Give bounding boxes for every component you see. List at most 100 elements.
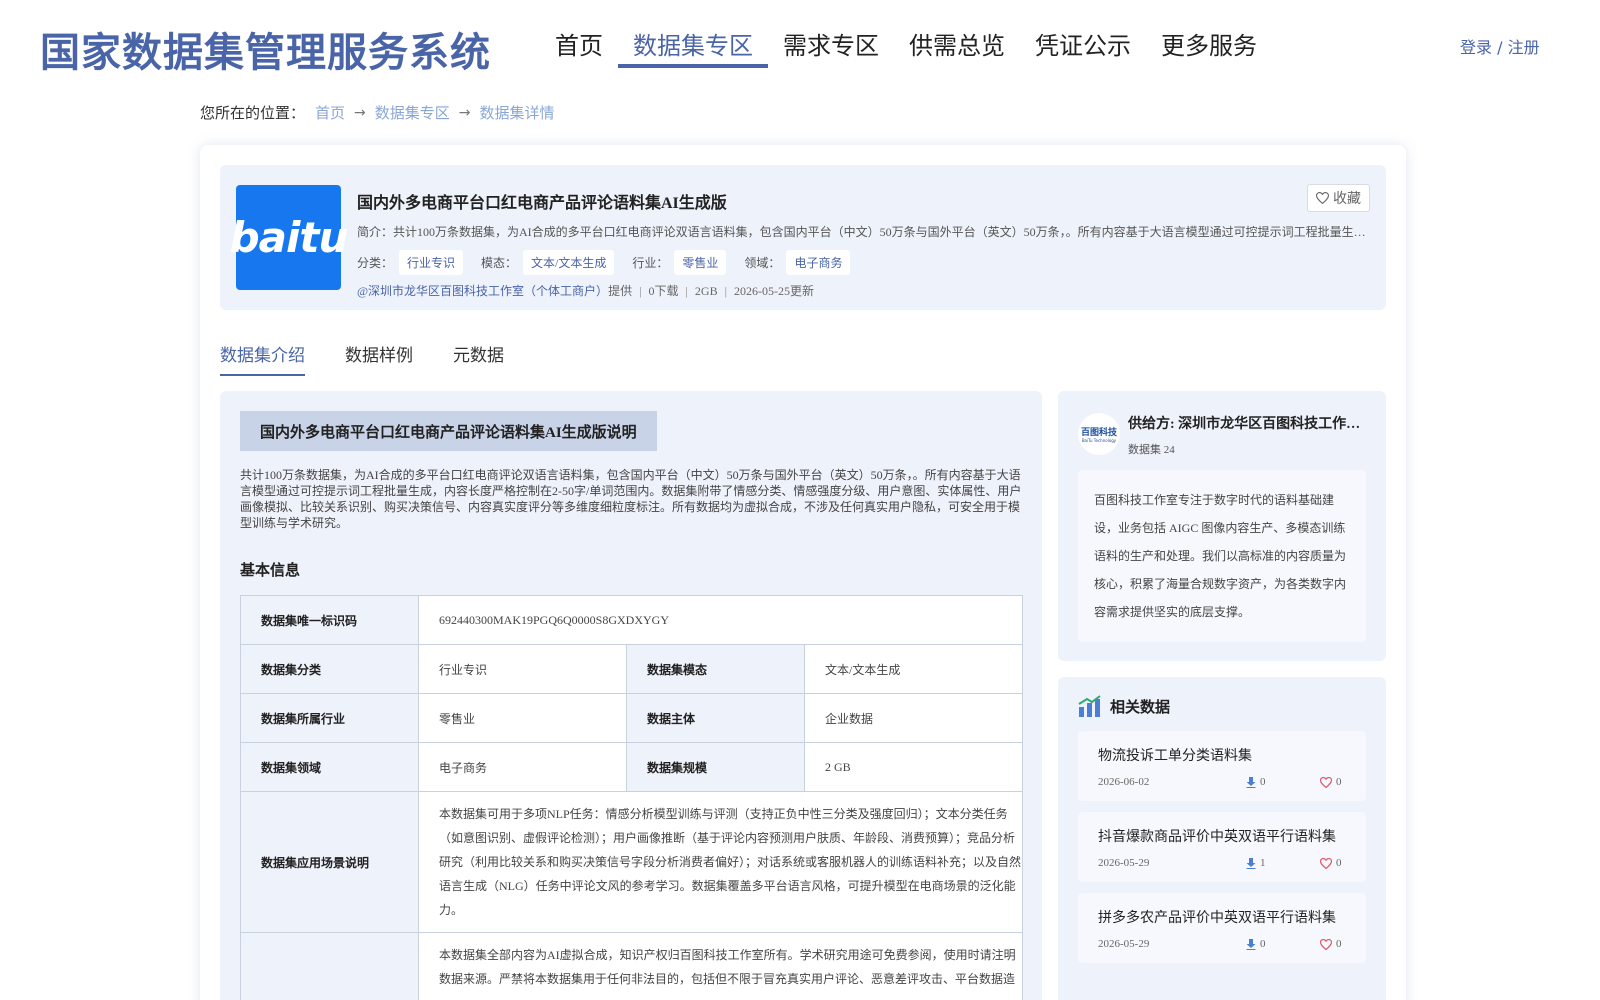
nav-demand[interactable]: 需求专区 [768, 28, 894, 68]
related-item-downloads: 1 [1246, 857, 1266, 869]
table-key: 数据主体 [626, 693, 805, 743]
dataset-tags: 分类： 行业专识 模态： 文本/文本生成 行业： 零售业 领域： 电子商务 [357, 250, 868, 275]
related-data-title: 相关数据 [1110, 699, 1171, 716]
site-title[interactable]: 国家数据集管理服务系统 [40, 20, 491, 78]
related-data-card: 相关数据 物流投诉工单分类语料集 2026-06-02 0 0 抖音爆款商品评价… [1058, 677, 1386, 1000]
table-value: 本数据集全部内容为AI虚拟合成，知识产权归百图科技工作室所有。学术研究用途可免费… [418, 932, 1023, 1000]
dataset-header: baitu 国内外多电商平台口红电商产品评论语料集AI生成版 收藏 简介：共计1… [220, 165, 1386, 310]
tag-modality[interactable]: 文本/文本生成 [523, 250, 615, 275]
auth-separator: / [1492, 38, 1508, 57]
related-item-date: 2026-06-02 [1098, 776, 1150, 788]
related-item-downloads: 0 [1246, 938, 1266, 950]
nav-overview[interactable]: 供需总览 [894, 28, 1020, 68]
arrow-right-icon: → [354, 104, 366, 121]
provider-logo-text: 百图科技 [1080, 428, 1117, 438]
heart-icon [1320, 776, 1332, 788]
like-count: 0 [1336, 857, 1342, 869]
related-item-date: 2026-05-29 [1098, 938, 1150, 950]
auth-links: 登录 / 注册 [1460, 34, 1540, 58]
table-row: 本数据集全部内容为AI虚拟合成，知识产权归百图科技工作室所有。学术研究用途可免费… [240, 932, 1023, 1000]
breadcrumb-label: 您所在的位置： [200, 104, 306, 122]
login-link[interactable]: 登录 [1460, 38, 1492, 57]
table-key: 数据集规模 [626, 742, 805, 792]
arrow-right-icon: → [458, 104, 471, 121]
related-item[interactable]: 拼多多农产品评价中英双语平行语料集 2026-05-29 0 0 [1078, 893, 1366, 963]
related-item[interactable]: 物流投诉工单分类语料集 2026-06-02 0 0 [1078, 731, 1366, 801]
register-link[interactable]: 注册 [1508, 38, 1540, 57]
meta-separator: | [685, 284, 688, 298]
dataset-title: 国内外多电商平台口红电商产品评论语料集AI生成版 [357, 195, 727, 212]
related-item-likes: 0 [1320, 857, 1342, 869]
related-item-name: 拼多多农产品评价中英双语平行语料集 [1098, 911, 1336, 926]
section-title: 国内外多电商平台口红电商产品评论语料集AI生成版说明 [240, 411, 657, 451]
related-item[interactable]: 抖音爆款商品评价中英双语平行语料集 2026-05-29 1 0 [1078, 812, 1366, 882]
breadcrumb-detail[interactable]: 数据集详情 [480, 102, 555, 123]
table-key: 数据集模态 [626, 644, 805, 694]
breadcrumb-datasets[interactable]: 数据集专区 [375, 102, 450, 123]
table-key [240, 932, 419, 1000]
heart-icon [1320, 938, 1332, 950]
provider-description: 百图科技工作室专注于数字时代的语料基础建设，业务包括 AIGC 图像内容生产、多… [1078, 470, 1366, 642]
tab-samples[interactable]: 数据样例 [345, 341, 413, 376]
breadcrumb-home[interactable]: 首页 [315, 102, 345, 123]
dataset-meta: @深圳市龙华区百图科技工作室（个体工商户）提供 | 0下载 | 2GB | 2026-05-… [357, 282, 814, 299]
table-value: 电子商务 [418, 742, 627, 792]
favorite-button[interactable]: 收藏 [1307, 184, 1370, 212]
related-item-name: 抖音爆款商品评价中英双语平行语料集 [1098, 830, 1336, 845]
tag-industry[interactable]: 零售业 [674, 250, 727, 275]
nav-home[interactable]: 首页 [540, 28, 618, 68]
table-key: 数据集领域 [240, 742, 419, 792]
tab-introduction[interactable]: 数据集介绍 [220, 341, 305, 376]
table-row: 数据集所属行业 零售业 数据主体 企业数据 [240, 693, 1023, 743]
nav-credentials[interactable]: 凭证公示 [1020, 28, 1146, 68]
nav-datasets[interactable]: 数据集专区 [618, 28, 768, 68]
tag-domain[interactable]: 电子商务 [786, 250, 851, 275]
breadcrumb: 您所在的位置： 首页 → 数据集专区 → 数据集详情 [200, 102, 555, 123]
dataset-logo: baitu [230, 185, 348, 290]
table-value: 文本/文本生成 [804, 644, 1023, 694]
related-item-likes: 0 [1320, 938, 1342, 950]
table-value: 692440300MAK19PGQ6Q0000S8GXDXYGY [418, 595, 1023, 645]
download-count: 0下载 [648, 284, 679, 298]
dataset-description: 共计100万条数据集，为AI合成的多平台口红电商评论双语言语料集，包含国内平台（… [240, 468, 1022, 530]
download-count: 1 [1260, 857, 1266, 869]
main-nav: 首页 数据集专区 需求专区 供需总览 凭证公示 更多服务 [540, 28, 1272, 68]
related-item-likes: 0 [1320, 776, 1342, 788]
table-key: 数据集唯一标识码 [240, 595, 419, 645]
favorite-label: 收藏 [1333, 192, 1361, 207]
nav-more-services[interactable]: 更多服务 [1146, 28, 1272, 68]
table-key: 数据集分类 [240, 644, 419, 694]
provider-name[interactable]: 供给方: 深圳市龙华区百图科技工作室（个体工商户） [1128, 413, 1368, 433]
provider-logo-subtext: BaiTu Technology [1081, 438, 1117, 443]
bar-chart-icon [1078, 695, 1101, 717]
basic-info-title: 基本信息 [240, 563, 301, 579]
tab-metadata[interactable]: 元数据 [453, 341, 504, 376]
introduction-panel: 国内外多电商平台口红电商产品评论语料集AI生成版说明 共计100万条数据集，为A… [220, 391, 1042, 1000]
tag-label-modality: 模态： [481, 256, 518, 270]
tag-label-category: 分类： [357, 256, 394, 270]
related-data-header: 相关数据 [1078, 695, 1170, 717]
basic-info-table: 数据集唯一标识码 692440300MAK19PGQ6Q0000S8GXDXYG… [240, 595, 1023, 1000]
provide-word: 提供 [608, 284, 633, 298]
table-row: 数据集应用场景说明 本数据集可用于多项NLP任务：情感分析模型训练与评测（支持正… [240, 791, 1023, 933]
provider-dataset-count: 数据集 24 [1128, 444, 1175, 456]
meta-separator: | [724, 284, 727, 298]
provider-link[interactable]: @深圳市龙华区百图科技工作室（个体工商户） [357, 284, 608, 298]
update-date: 2026-05-25更新 [733, 284, 814, 298]
dataset-logo-text: baitu [229, 213, 349, 262]
related-item-name: 物流投诉工单分类语料集 [1098, 749, 1252, 764]
dataset-size: 2GB [694, 284, 718, 298]
tag-category[interactable]: 行业专识 [399, 250, 464, 275]
table-key: 数据集所属行业 [240, 693, 419, 743]
table-key: 数据集应用场景说明 [240, 791, 419, 933]
table-value: 行业专识 [418, 644, 627, 694]
detail-tabs: 数据集介绍 数据样例 元数据 [220, 341, 504, 376]
heart-icon [1320, 857, 1332, 869]
download-icon [1246, 857, 1256, 869]
download-icon [1246, 938, 1256, 950]
table-row: 数据集领域 电子商务 数据集规模 2 GB [240, 742, 1023, 792]
like-count: 0 [1336, 776, 1342, 788]
download-icon [1246, 776, 1256, 788]
provider-logo[interactable]: 百图科技 BaiTu Technology [1078, 413, 1120, 455]
table-value: 2 GB [804, 742, 1023, 792]
